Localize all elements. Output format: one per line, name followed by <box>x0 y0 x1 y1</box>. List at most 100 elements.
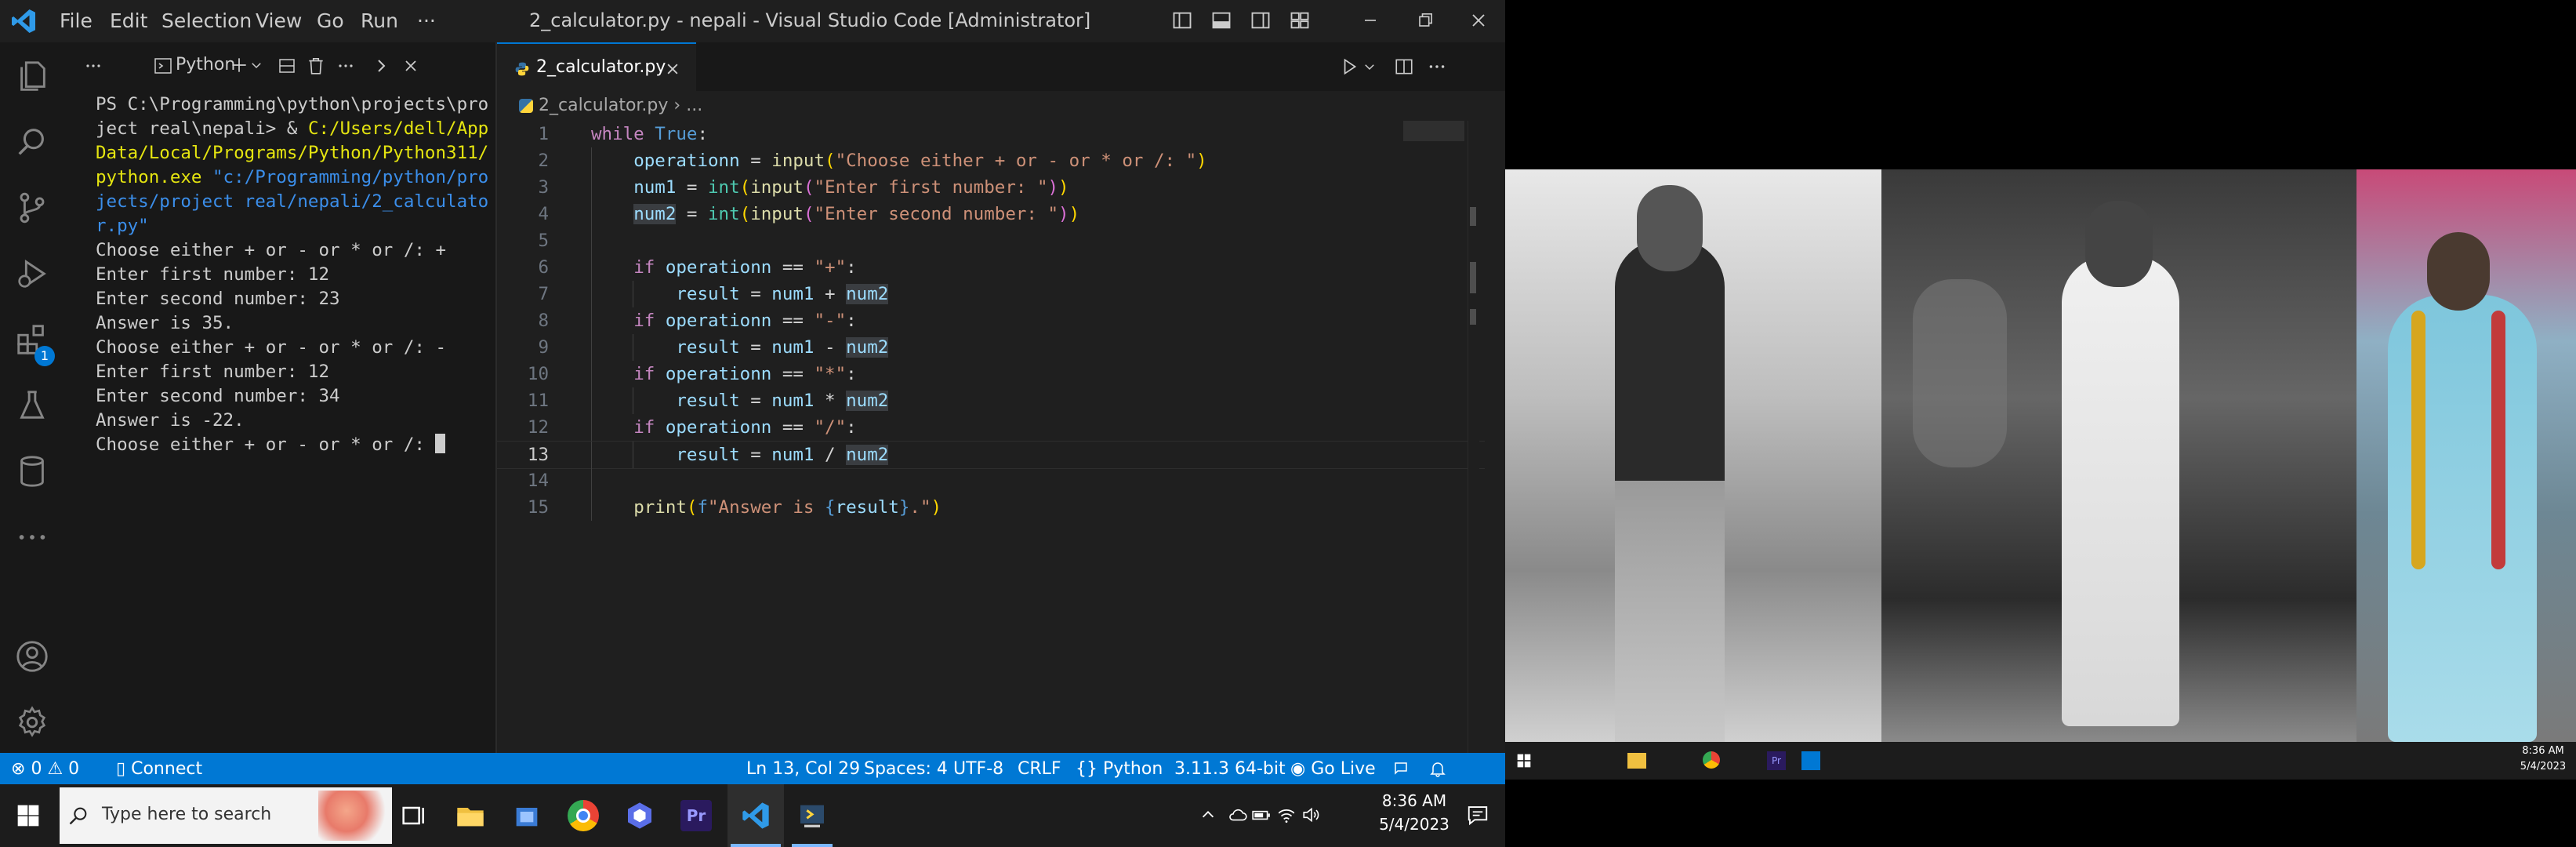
error-icon: ⊗ <box>11 759 26 779</box>
language-mode[interactable]: {} Python <box>1076 759 1163 779</box>
minimize-icon[interactable] <box>1359 9 1381 31</box>
menu-view[interactable]: View <box>256 9 302 32</box>
toggle-panel-icon[interactable] <box>1210 9 1232 31</box>
volume-icon[interactable] <box>1301 805 1322 825</box>
chevron-down-icon[interactable] <box>249 58 263 72</box>
indent-guide <box>591 201 592 227</box>
close-panel-icon[interactable] <box>401 56 420 75</box>
terminal-more-icon[interactable] <box>336 56 356 75</box>
new-terminal-plus-icon[interactable] <box>229 55 249 75</box>
account-icon[interactable] <box>14 638 50 674</box>
menu-edit[interactable]: Edit <box>110 9 147 32</box>
toggle-secondary-sidebar-icon[interactable] <box>1250 9 1272 31</box>
menu-selection[interactable]: Selection <box>161 9 252 32</box>
split-editor-icon[interactable] <box>1394 56 1414 77</box>
premiere-pro-icon[interactable]: Pr <box>680 800 712 831</box>
terminal-icon <box>154 58 172 74</box>
code-token: if <box>633 311 655 331</box>
problems-indicator[interactable]: ⊗ 0 ⚠ 0 <box>11 759 79 779</box>
chevron-right-icon[interactable] <box>372 56 390 75</box>
terminal-name[interactable]: Python <box>176 55 235 75</box>
notification-center-icon[interactable] <box>1466 803 1489 827</box>
customize-layout-icon[interactable] <box>1289 9 1311 31</box>
run-python-icon[interactable] <box>1339 56 1359 77</box>
restore-icon[interactable] <box>1414 9 1436 31</box>
terminal-line: python.exe "c:/Programming/python/pro <box>96 165 488 190</box>
end-of-line[interactable]: CRLF <box>1018 759 1061 779</box>
code-token: - <box>814 337 847 358</box>
line-number: 11 <box>527 391 549 411</box>
python-interpreter[interactable]: 3.11.3 64-bit <box>1174 759 1286 779</box>
source-control-icon[interactable] <box>14 190 50 226</box>
code-token: = <box>739 391 772 411</box>
file-explorer-icon[interactable] <box>455 800 486 831</box>
windows-start-icon[interactable] <box>16 803 41 828</box>
breadcrumb-more[interactable]: ... <box>686 96 702 115</box>
battery-icon[interactable] <box>1251 805 1272 825</box>
menu-more[interactable]: ··· <box>417 9 436 32</box>
feedback-icon[interactable] <box>1392 759 1411 778</box>
cloud-icon[interactable] <box>1228 805 1248 825</box>
testing-icon[interactable] <box>14 387 50 424</box>
vertical-scrollbar[interactable] <box>1468 121 1479 772</box>
show-hidden-icons-chevron-icon[interactable] <box>1199 806 1217 823</box>
code-token: if <box>633 364 655 384</box>
split-terminal-icon[interactable] <box>278 56 296 75</box>
run-and-debug-icon[interactable] <box>14 256 50 292</box>
code-token: result <box>676 337 740 358</box>
terminal-output[interactable]: PS C:\Programming\python\projects\pro jec… <box>96 93 488 457</box>
search-icon[interactable] <box>14 124 50 160</box>
code-token: : <box>846 311 857 331</box>
close-window-icon[interactable] <box>1468 9 1489 31</box>
code-token: "/" <box>814 417 847 438</box>
code-token: ( <box>686 497 698 518</box>
code-token: + <box>814 284 847 304</box>
toggle-primary-sidebar-icon[interactable] <box>1171 9 1193 31</box>
terminal-line: Enter second number: 34 <box>96 384 488 409</box>
go-live-item[interactable]: ◉ Go Live <box>1290 759 1376 779</box>
close-tab-icon[interactable] <box>665 61 680 77</box>
store-app-icon[interactable] <box>511 800 542 831</box>
chrome-icon[interactable] <box>568 800 599 831</box>
encoding[interactable]: UTF-8 <box>953 759 1003 779</box>
code-token: "-" <box>814 311 847 331</box>
explorer-icon[interactable] <box>14 58 50 94</box>
indentation[interactable]: Spaces: 4 <box>864 759 948 779</box>
taskbar-clock[interactable]: 8:36 AM 5/4/2023 <box>1373 789 1455 836</box>
photo-collage <box>1505 169 2576 742</box>
connect-item[interactable]: ▯ Connect <box>116 759 202 779</box>
code-token: ( <box>803 177 815 198</box>
code-line: 11 result = num1 * num2 <box>497 387 1485 414</box>
trash-icon[interactable] <box>306 56 326 76</box>
run-dropdown-chevron-icon[interactable] <box>1362 60 1377 74</box>
more-views-icon[interactable] <box>14 519 50 555</box>
more-actions-icon[interactable] <box>82 56 105 75</box>
code-token: num1 <box>771 445 815 465</box>
mini-chrome-icon <box>1703 751 1720 769</box>
taskbar-search-box[interactable]: Type here to search <box>60 787 392 844</box>
indent-guide <box>591 147 592 174</box>
breadcrumb-file[interactable]: 2_calculator.py <box>539 96 668 115</box>
menu-run[interactable]: Run <box>361 9 398 32</box>
terminal-line: Choose either + or - or * or /: <box>96 433 488 457</box>
task-view-icon[interactable] <box>398 800 430 831</box>
minimap-slider[interactable] <box>1403 121 1464 141</box>
hexagon-app-icon[interactable] <box>624 800 655 831</box>
database-icon[interactable] <box>14 453 50 489</box>
editor-more-icon[interactable] <box>1427 56 1447 77</box>
manage-gear-icon[interactable] <box>14 704 50 740</box>
menu-file[interactable]: File <box>60 9 93 32</box>
breadcrumb-python-icon <box>519 99 533 113</box>
wifi-icon[interactable] <box>1276 805 1297 825</box>
python-launcher-icon[interactable] <box>796 800 828 831</box>
cursor-position[interactable]: Ln 13, Col 29 <box>746 759 860 779</box>
menu-go[interactable]: Go <box>317 9 344 32</box>
tab-2-calculator[interactable]: 2_calculator.py <box>497 42 696 93</box>
code-token: ( <box>739 204 751 224</box>
notifications-bell-icon[interactable] <box>1428 759 1447 778</box>
terminal-line: Enter second number: 23 <box>96 287 488 311</box>
code-line: 14 <box>497 467 1485 494</box>
vscode-taskbar-icon[interactable] <box>740 800 771 831</box>
